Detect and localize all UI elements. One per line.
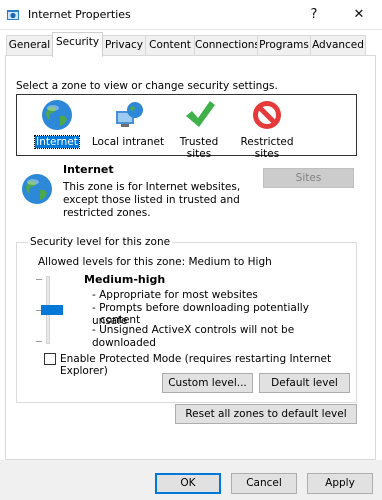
zone-label-restricted-line2: sites	[254, 148, 280, 160]
zone-item-trusted-sites[interactable]: Trusted sites	[167, 98, 231, 160]
slider-tick	[36, 341, 42, 342]
zone-description-line: restricted zones.	[63, 207, 151, 219]
window-title: Internet Properties	[28, 8, 131, 21]
security-level-name: Medium-high	[84, 273, 166, 286]
internet-properties-icon	[7, 10, 19, 20]
tab-strip: General Security Privacy Content Connect…	[0, 31, 382, 57]
zone-description: This zone is for Internet websites, exce…	[63, 181, 243, 220]
allowed-levels-text: Allowed levels for this zone: Medium to …	[38, 256, 272, 268]
level-description-line: - Unsigned ActiveX controls will not be …	[92, 324, 295, 349]
security-level-group-label: Security level for this zone	[28, 236, 173, 248]
zone-item-restricted-sites[interactable]: Restricted sites	[233, 98, 301, 160]
zone-label-local-intranet: Local intranet	[91, 136, 165, 148]
tab-advanced[interactable]: Advanced	[310, 35, 366, 56]
zone-item-internet[interactable]: Internet	[25, 98, 89, 154]
tab-security[interactable]: Security	[52, 32, 103, 57]
sites-button[interactable]: Sites	[263, 168, 354, 188]
checkmark-icon	[186, 101, 215, 127]
zone-label-restricted-line1: Restricted	[240, 136, 294, 148]
tab-general[interactable]: General	[6, 35, 53, 56]
zone-label-trusted-sites: Trusted sites	[179, 136, 219, 160]
globe-icon	[22, 174, 52, 204]
help-button[interactable]: ?	[291, 0, 337, 30]
zone-item-local-intranet[interactable]: Local intranet	[91, 98, 165, 154]
zone-title: Internet	[63, 163, 114, 176]
zone-description-line: except those listed in trusted and	[63, 194, 240, 206]
tab-privacy[interactable]: Privacy	[102, 35, 146, 56]
cancel-button[interactable]: Cancel	[231, 473, 297, 494]
protected-mode-checkbox[interactable]	[44, 353, 56, 365]
apply-button[interactable]: Apply	[307, 473, 373, 494]
zone-description-line: This zone is for Internet websites,	[63, 181, 241, 193]
zone-label-internet: Internet	[34, 135, 80, 149]
reset-all-zones-button[interactable]: Reset all zones to default level	[175, 404, 357, 424]
tab-content[interactable]: Content	[145, 35, 195, 56]
zone-select-prompt: Select a zone to view or change security…	[16, 80, 278, 92]
globe-icon	[42, 100, 72, 130]
intranet-icon	[116, 102, 143, 127]
slider-tick	[36, 279, 42, 280]
tab-connections[interactable]: Connections	[194, 35, 260, 56]
ok-button[interactable]: OK	[155, 473, 221, 494]
restricted-icon	[253, 101, 281, 129]
level-description-line: - Appropriate for most websites	[92, 289, 258, 301]
title-bar: Internet Properties ? ✕	[0, 0, 382, 30]
tab-programs[interactable]: Programs	[257, 35, 311, 56]
zone-list[interactable]: Internet Local intranet Trusted sites Re…	[16, 94, 357, 160]
default-level-button[interactable]: Default level	[259, 373, 350, 393]
security-level-slider-thumb[interactable]	[41, 305, 63, 315]
dialog-footer: OK Cancel Apply	[0, 460, 382, 500]
custom-level-button[interactable]: Custom level...	[162, 373, 253, 393]
close-button[interactable]: ✕	[336, 0, 382, 30]
